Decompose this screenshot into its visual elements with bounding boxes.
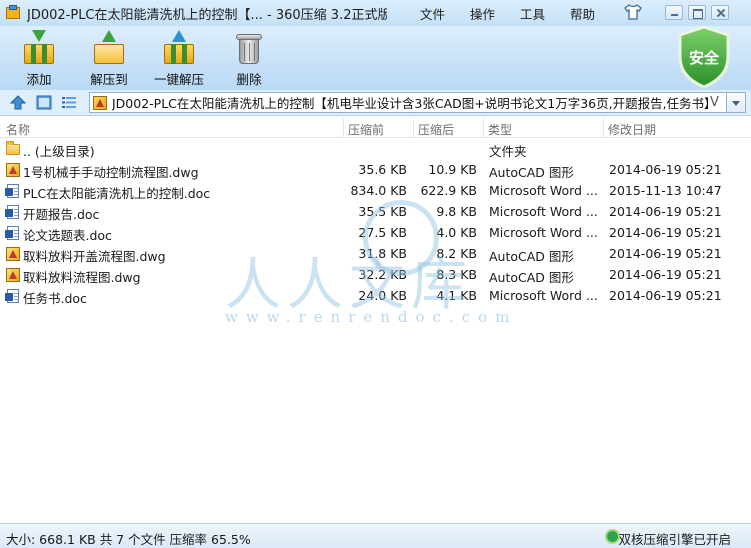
- extract-folder-icon: [91, 30, 127, 66]
- up-level-icon[interactable]: [10, 95, 26, 110]
- close-button[interactable]: [711, 5, 729, 20]
- file-row[interactable]: 取料放料开盖流程图.dwg 31.8 KB 8.2 KB AutoCAD 图形 …: [0, 243, 751, 264]
- file-packed-size: 622.9 KB: [420, 183, 477, 198]
- file-row[interactable]: 论文选题表.doc 27.5 KB 4.0 KB Microsoft Word …: [0, 222, 751, 243]
- file-name: PLC在太阳能清洗机上的控制.doc: [23, 186, 211, 201]
- folder-icon: [5, 141, 21, 157]
- delete-label: 删除: [236, 72, 262, 87]
- column-type[interactable]: 类型: [488, 121, 512, 138]
- large-icon-view-icon[interactable]: [36, 95, 52, 110]
- doc-file-icon: [5, 225, 21, 241]
- file-type: Microsoft Word ...: [489, 204, 597, 219]
- file-size: 27.5 KB: [358, 225, 407, 240]
- file-packed-size: 4.1 KB: [436, 288, 477, 303]
- address-path: JD002-PLC在太阳能清洗机上的控制【机电毕业设计含3张CAD图+说明书论文…: [112, 96, 708, 111]
- address-row: JD002-PLC在太阳能清洗机上的控制【机电毕业设计含3张CAD图+说明书论文…: [0, 90, 751, 116]
- extract-to-label: 解压到: [90, 72, 128, 87]
- file-packed-size: 10.9 KB: [428, 162, 477, 177]
- file-date: 2014-06-19 05:21: [609, 162, 722, 177]
- detail-list-view-icon[interactable]: [61, 95, 77, 110]
- address-dropdown-button[interactable]: [727, 92, 746, 113]
- file-size: 32.2 KB: [358, 267, 407, 282]
- file-list-header: 名称 压缩前 压缩后 类型 修改日期: [0, 118, 751, 138]
- add-button[interactable]: 添加: [6, 28, 72, 88]
- file-size: 24.0 KB: [358, 288, 407, 303]
- file-row[interactable]: 任务书.doc 24.0 KB 4.1 KB Microsoft Word ..…: [0, 285, 751, 306]
- file-type: Microsoft Word ...: [489, 183, 597, 198]
- file-date: 2014-06-19 05:21: [609, 246, 722, 261]
- file-name: 1号机械手手动控制流程图.dwg: [23, 165, 199, 180]
- file-type: AutoCAD 图形: [489, 165, 574, 180]
- minimize-button[interactable]: [665, 5, 683, 20]
- file-name: 取料放料流程图.dwg: [23, 270, 141, 285]
- column-date[interactable]: 修改日期: [608, 121, 656, 138]
- file-packed-size: 8.2 KB: [436, 246, 477, 261]
- security-label: 安全: [688, 49, 719, 67]
- doc-file-icon: [5, 183, 21, 199]
- doc-file-icon: [5, 288, 21, 304]
- maximize-button[interactable]: [688, 5, 706, 20]
- column-name[interactable]: 名称: [6, 121, 30, 138]
- file-size: 834.0 KB: [350, 183, 407, 198]
- file-name: 论文选题表.doc: [23, 228, 112, 243]
- file-date: 2014-06-19 05:21: [609, 267, 722, 282]
- file-date: 2014-06-19 05:21: [609, 204, 722, 219]
- file-size: 31.8 KB: [358, 246, 407, 261]
- delete-button[interactable]: 删除: [216, 28, 282, 88]
- one-click-extract-button[interactable]: 一键解压: [146, 28, 212, 88]
- file-size: 35.6 KB: [358, 162, 407, 177]
- dwg-file-icon: [5, 162, 21, 178]
- engine-status-text[interactable]: 双核压缩引擎已开启: [618, 529, 731, 548]
- status-summary: 大小: 668.1 KB 共 7 个文件 压缩率 65.5%: [6, 532, 251, 547]
- file-date: 2014-06-19 05:21: [609, 225, 722, 240]
- zip-archive-icon: [93, 95, 107, 110]
- menu-operation[interactable]: 操作: [470, 4, 495, 23]
- parent-directory-row[interactable]: .. (上级目录) 文件夹: [0, 138, 751, 159]
- status-bar: 大小: 668.1 KB 共 7 个文件 压缩率 65.5% 双核压缩引擎已开启: [0, 523, 751, 548]
- file-type: Microsoft Word ...: [489, 288, 597, 303]
- dwg-file-icon: [5, 246, 21, 262]
- add-archive-icon: [21, 30, 57, 66]
- file-row[interactable]: 1号机械手手动控制流程图.dwg 35.6 KB 10.9 KB AutoCAD…: [0, 159, 751, 180]
- file-name: 取料放料开盖流程图.dwg: [23, 249, 166, 264]
- file-type: AutoCAD 图形: [489, 270, 574, 285]
- window-title: JD002-PLC在太阳能清洗机上的控制【... - 360压缩 3.2正式版: [27, 7, 387, 23]
- file-row[interactable]: 取料放料流程图.dwg 32.2 KB 8.3 KB AutoCAD 图形 20…: [0, 264, 751, 285]
- one-click-extract-icon: [161, 30, 197, 66]
- menu-tools[interactable]: 工具: [520, 4, 545, 23]
- toolbar: 添加 解压到 一键解压 删除: [0, 26, 751, 90]
- security-shield-button[interactable]: 安全: [676, 25, 732, 89]
- file-type: Microsoft Word ...: [489, 225, 597, 240]
- add-label: 添加: [26, 72, 52, 87]
- file-name: 开题报告.doc: [23, 207, 100, 222]
- trash-icon: [231, 30, 267, 66]
- doc-file-icon: [5, 204, 21, 220]
- address-field[interactable]: JD002-PLC在太阳能清洗机上的控制【机电毕业设计含3张CAD图+说明书论文…: [89, 92, 727, 113]
- file-packed-size: 8.3 KB: [436, 267, 477, 282]
- file-size: 35.5 KB: [358, 204, 407, 219]
- file-date: 2015-11-13 10:47: [609, 183, 722, 198]
- file-list: .. (上级目录) 文件夹 1号机械手手动控制流程图.dwg 35.6 KB 1…: [0, 138, 751, 306]
- watermark-url: www.renrendoc.com: [225, 308, 518, 326]
- file-name: 任务书.doc: [23, 291, 87, 306]
- skin-shirt-icon[interactable]: [624, 4, 642, 20]
- dwg-file-icon: [5, 267, 21, 283]
- file-row[interactable]: PLC在太阳能清洗机上的控制.doc 834.0 KB 622.9 KB Mic…: [0, 180, 751, 201]
- file-type: 文件夹: [489, 144, 527, 159]
- column-packed[interactable]: 压缩后: [418, 121, 454, 138]
- file-packed-size: 9.8 KB: [436, 204, 477, 219]
- file-row[interactable]: 开题报告.doc 35.5 KB 9.8 KB Microsoft Word .…: [0, 201, 751, 222]
- column-size[interactable]: 压缩前: [348, 121, 384, 138]
- file-type: AutoCAD 图形: [489, 249, 574, 264]
- menu-file[interactable]: 文件: [420, 4, 445, 23]
- file-date: 2014-06-19 05:21: [609, 288, 722, 303]
- file-packed-size: 4.0 KB: [436, 225, 477, 240]
- extract-to-button[interactable]: 解压到: [76, 28, 142, 88]
- file-name: .. (上级目录): [23, 144, 95, 159]
- one-click-extract-label: 一键解压: [153, 72, 204, 87]
- app-icon: [5, 5, 21, 21]
- address-path-suffix: V: [710, 95, 719, 110]
- menu-help[interactable]: 帮助: [570, 4, 595, 23]
